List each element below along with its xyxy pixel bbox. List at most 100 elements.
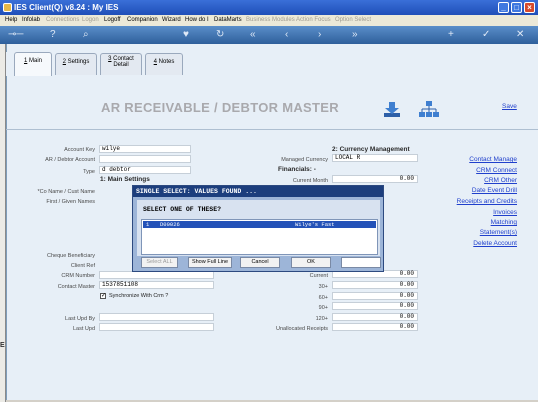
menu-business-modules[interactable]: Business Modules (246, 17, 295, 23)
current-month-label: Current Month (292, 178, 328, 184)
row-index: 1 (146, 221, 150, 228)
tab-contact-label-2: Detail (113, 62, 129, 68)
prev-icon[interactable]: ‹ (285, 30, 288, 40)
link-invoices[interactable]: Invoices (493, 209, 517, 216)
tab-notes[interactable]: 4 Notes (145, 53, 183, 75)
financials-heading: Financials: - (278, 166, 316, 173)
list-item[interactable]: 1 D00026 Wilye's Fast (143, 221, 376, 228)
title-bar: IES Client(Q) v8.24 : My IES _ □ × (0, 0, 538, 15)
tab-bar: 1 Main 2 Settings 3 Contact Detail 4 Not… (6, 52, 538, 76)
minimize-button[interactable]: _ (498, 2, 509, 13)
aging-30-value: 0.00 (332, 281, 418, 289)
menu-companion[interactable]: Companion (127, 17, 158, 23)
menu-logon[interactable]: Logon (82, 17, 99, 23)
aging-90-value: 0.00 (332, 302, 418, 310)
aging-120-value: 0.00 (332, 313, 418, 321)
unallocated-receipts-label: Unallocated Receipts (276, 326, 328, 332)
tab-contact-detail[interactable]: 3 Contact Detail (100, 53, 142, 75)
last-upd-by-field[interactable] (99, 313, 214, 321)
ok-button[interactable]: OK (291, 257, 331, 268)
first-names-label: First / Given Names (46, 199, 95, 205)
cheque-beneficiary-label: Cheque Beneficiary (46, 253, 95, 259)
result-list[interactable]: 1 D00026 Wilye's Fast (141, 219, 378, 255)
header-divider (6, 129, 538, 130)
aging-60-label: 60+ (318, 295, 328, 301)
contact-master-label: Contact Master (57, 284, 95, 290)
dialog-body: SELECT ONE OF THESE? 1 D00026 Wilye's Fa… (137, 200, 380, 256)
key-icon[interactable]: ⊸─ (8, 30, 23, 40)
menu-infolab[interactable]: Infolab (22, 17, 40, 23)
coname-label: *Co Name / Cust Name (37, 189, 95, 195)
org-chart-icon[interactable] (418, 100, 440, 120)
search-icon[interactable]: ⌕ (83, 30, 89, 40)
show-full-line-button[interactable]: Show Full Line (188, 257, 232, 268)
dialog-prompt: SELECT ONE OF THESE? (143, 206, 222, 213)
last-upd-label: Last Upd (72, 326, 95, 332)
unallocated-receipts-value: 0.00 (332, 323, 418, 331)
menu-wizard[interactable]: Wizard (162, 17, 181, 23)
tab-notes-label: 4 Notes (153, 59, 175, 65)
cancel-icon[interactable]: ✕ (516, 30, 524, 40)
maximize-button[interactable]: □ (511, 2, 522, 13)
menu-help[interactable]: Help (5, 17, 17, 23)
tab-main[interactable]: 1 Main (14, 52, 52, 76)
last-upd-field[interactable] (99, 323, 214, 331)
managed-currency-label: Managed Currency (281, 157, 328, 163)
menu-bar: Help Infolab Connections Logon Logoff Co… (0, 15, 538, 26)
tab-settings[interactable]: 2 Settings (55, 53, 97, 75)
menu-connections[interactable]: Connections (46, 17, 79, 23)
link-receipts-credits[interactable]: Receipts and Credits (457, 198, 517, 205)
strip-icon: E (0, 342, 5, 349)
contact-master-field[interactable]: 1537851108 (99, 281, 214, 289)
aging-30-label: 30+ (318, 284, 328, 290)
current-month-field: 0.00 (332, 175, 418, 183)
link-crm-connect[interactable]: CRM Connect (476, 167, 517, 174)
dialog-title: SINGLE SELECT: VALUES FOUND ... (133, 186, 383, 197)
menu-action-focus[interactable]: Action Focus (296, 17, 331, 23)
account-key-label: Account Key (64, 147, 95, 153)
menu-logoff[interactable]: Logoff (104, 17, 121, 23)
app-icon (3, 3, 12, 12)
last-icon[interactable]: » (352, 30, 358, 40)
tab-settings-label: 2 Settings (62, 59, 90, 65)
client-ref-label: Client Ref (70, 263, 95, 269)
refresh-icon[interactable]: ↻ (216, 30, 224, 40)
tab-main-label: 1 Main (23, 58, 43, 64)
heart-icon[interactable]: ♥ (183, 30, 189, 40)
cancel-button[interactable]: Cancel (240, 257, 280, 268)
sync-crm-checkbox[interactable]: ✓ (100, 293, 106, 299)
link-delete-account[interactable]: Delete Account (473, 240, 517, 247)
account-key-field[interactable]: wilye (99, 145, 191, 153)
crm-number-label: CRM Number (61, 273, 95, 279)
aging-120-label: 120+ (315, 316, 328, 322)
next-icon[interactable]: › (318, 30, 321, 40)
menu-how-do-i[interactable]: How do I (185, 17, 209, 23)
first-icon[interactable]: « (250, 30, 256, 40)
link-crm-other[interactable]: CRM Other (484, 177, 517, 184)
current-label: Current (309, 273, 328, 279)
aging-90-label: 90+ (318, 305, 328, 311)
menu-datamarts[interactable]: DataMarts (214, 17, 242, 23)
managed-currency-field[interactable]: LOCAL R (332, 154, 418, 162)
check-icon[interactable]: ✓ (482, 30, 490, 40)
link-contact-manage[interactable]: Contact Manage (469, 156, 517, 163)
save-link[interactable]: Save (502, 103, 517, 110)
link-statements[interactable]: Statement(s) (480, 229, 517, 236)
debtor-account-label: AR / Debtor Account (45, 157, 95, 163)
select-dialog: SINGLE SELECT: VALUES FOUND ... SELECT O… (132, 185, 384, 272)
close-button[interactable]: × (524, 2, 535, 13)
filter-input[interactable] (341, 257, 381, 268)
select-all-button[interactable]: Select ALL (141, 257, 178, 268)
link-date-event-drill[interactable]: Date Event Drill (472, 187, 517, 194)
help-icon[interactable]: ? (50, 30, 56, 40)
page-title: AR RECEIVABLE / DEBTOR MASTER (101, 100, 339, 115)
crm-number-field[interactable] (99, 271, 214, 279)
link-matching[interactable]: Matching (491, 219, 517, 226)
aging-60-value: 0.00 (332, 292, 418, 300)
type-field[interactable]: d debtor (99, 166, 191, 174)
download-icon[interactable] (381, 100, 403, 120)
debtor-account-field[interactable] (99, 155, 191, 163)
add-icon[interactable]: + (448, 30, 454, 40)
type-label: Type (83, 169, 95, 175)
menu-option-select[interactable]: Option Select (335, 17, 371, 23)
